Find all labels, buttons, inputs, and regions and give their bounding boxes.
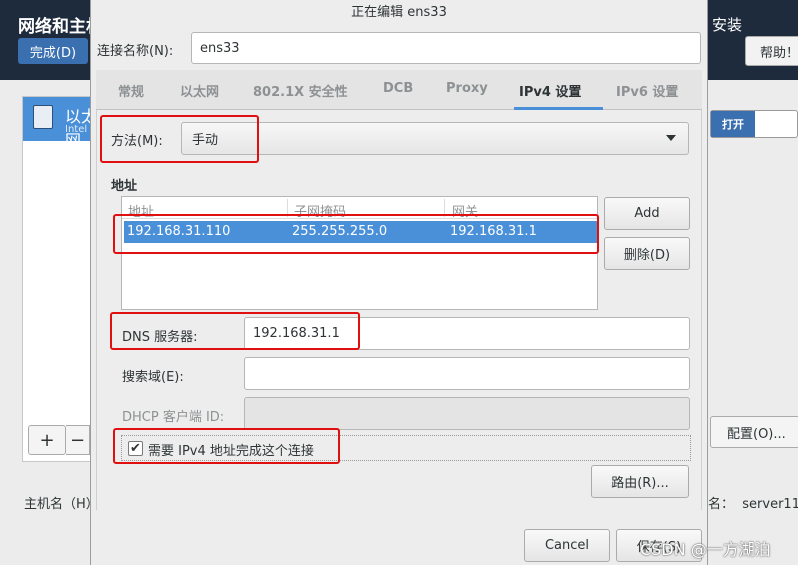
- tab-proxy[interactable]: Proxy: [446, 81, 488, 96]
- address-section-label: 地址: [111, 179, 138, 194]
- ethernet-icon: [33, 105, 53, 129]
- search-domains-label: 搜索域(E):: [122, 370, 184, 385]
- method-select[interactable]: 手动: [181, 122, 689, 155]
- dns-servers-input[interactable]: 192.168.31.1: [244, 317, 690, 350]
- current-hostname-label: 名：: [708, 497, 735, 512]
- require-ipv4-label: 需要 IPv4 地址完成这个连接: [148, 444, 314, 459]
- device-toggle[interactable]: 打开: [710, 110, 798, 138]
- current-hostname: 名： server11: [708, 493, 798, 512]
- column-divider: [444, 199, 445, 217]
- hostname-label: 主机名（H）: [24, 497, 99, 512]
- table-row[interactable]: 192.168.31.110 255.255.255.0 192.168.31.…: [124, 221, 597, 243]
- tab-dcb[interactable]: DCB: [383, 81, 413, 96]
- column-header-address[interactable]: 地址: [128, 201, 154, 220]
- tab-8021x-security[interactable]: 802.1X 安全性: [253, 81, 348, 100]
- add-device-button[interactable]: +: [28, 425, 66, 455]
- tab-general[interactable]: 常规: [118, 81, 144, 100]
- method-label: 方法(M):: [111, 134, 163, 149]
- delete-address-button[interactable]: 删除(D): [604, 237, 690, 270]
- edit-connection-dialog: 正在编辑 ens33 连接名称(N): ens33 常规 以太网 802.1X …: [90, 0, 708, 565]
- column-header-netmask[interactable]: 子网掩码: [294, 201, 346, 220]
- remove-device-button[interactable]: −: [66, 425, 90, 455]
- address-table-header: 地址 子网掩码 网关: [122, 197, 597, 220]
- column-divider: [287, 199, 288, 217]
- configure-button[interactable]: 配置(O)...: [710, 416, 798, 448]
- device-subtitle: Intel: [65, 124, 88, 135]
- address-cell[interactable]: 192.168.31.110: [127, 224, 230, 239]
- tab-ethernet[interactable]: 以太网: [180, 81, 219, 100]
- dialog-title: 正在编辑 ens33: [351, 5, 447, 20]
- require-ipv4-checkbox[interactable]: ✔: [128, 441, 143, 456]
- address-table: 地址 子网掩码 网关 192.168.31.110 255.255.255.0 …: [121, 196, 598, 310]
- method-value: 手动: [192, 133, 219, 148]
- tab-ipv6-settings[interactable]: IPv6 设置: [616, 81, 678, 100]
- dhcp-client-id-input: [244, 397, 690, 430]
- search-domains-input[interactable]: [244, 357, 690, 390]
- netmask-cell[interactable]: 255.255.255.0: [292, 224, 387, 239]
- add-address-button[interactable]: Add: [604, 197, 690, 230]
- column-header-gateway[interactable]: 网关: [452, 201, 478, 220]
- dns-servers-label: DNS 服务器:: [122, 330, 198, 345]
- watermark: CSDN @一方湖泊: [640, 540, 771, 559]
- dhcp-client-id-label: DHCP 客户端 ID:: [122, 410, 225, 425]
- settings-tabs: 常规 以太网 802.1X 安全性 DCB Proxy IPv4 设置 IPv6…: [96, 70, 702, 110]
- done-button[interactable]: 完成(D): [18, 38, 88, 64]
- routes-button[interactable]: 路由(R)...: [591, 465, 689, 498]
- tab-ipv4-settings[interactable]: IPv4 设置: [519, 81, 581, 100]
- cancel-button[interactable]: Cancel: [524, 529, 610, 562]
- toggle-on-label: 打开: [711, 111, 755, 137]
- chevron-down-icon: [666, 135, 676, 141]
- require-ipv4-row[interactable]: ✔ 需要 IPv4 地址完成这个连接: [121, 435, 691, 461]
- help-button[interactable]: 帮助！: [745, 36, 798, 66]
- connection-name-input[interactable]: ens33: [191, 32, 701, 64]
- connection-name-label: 连接名称(N):: [97, 44, 174, 59]
- current-hostname-value: server11: [742, 497, 798, 512]
- gateway-cell[interactable]: 192.168.31.1: [450, 224, 537, 239]
- install-label: 安装: [712, 16, 743, 34]
